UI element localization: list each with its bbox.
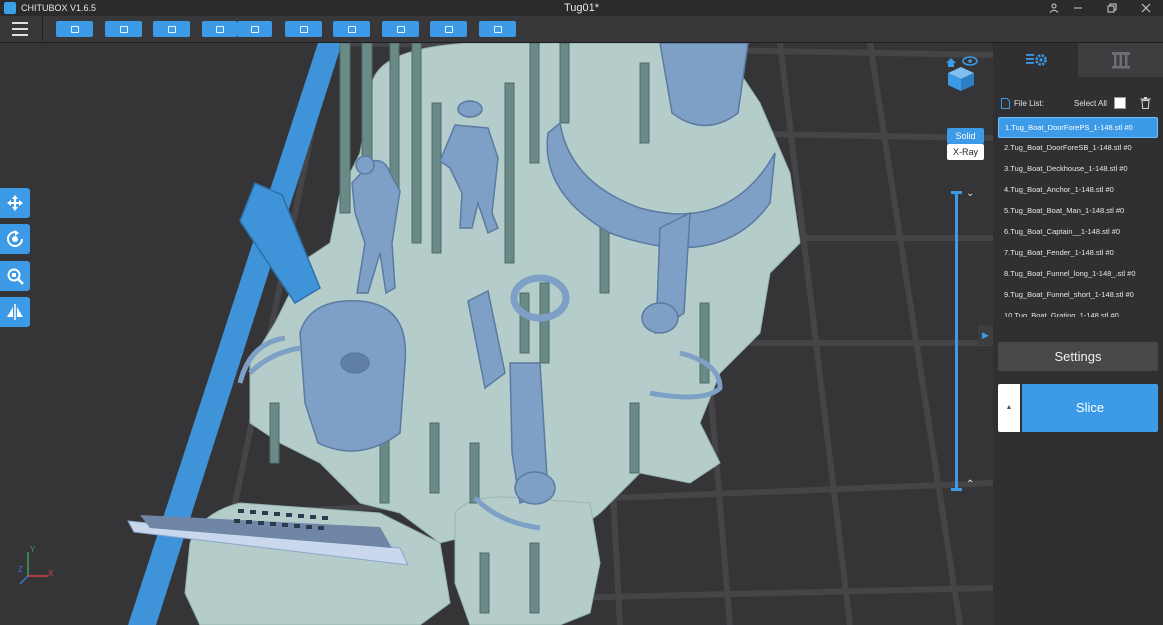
settings-list-icon (1025, 54, 1047, 66)
arrange-right-button[interactable] (237, 21, 272, 37)
chevron-down-icon[interactable]: ⌄ (966, 188, 974, 199)
view-cube-icon[interactable] (944, 55, 978, 91)
copy-icon (299, 25, 308, 33)
save-icon (119, 25, 128, 33)
axis-gizmo (19, 552, 48, 585)
title-bar: CHITUBOX V1.6.5 Tug01* (0, 0, 1163, 16)
3d-viewport[interactable]: Y X Z Solid X-Ray ⌄ ⌃ ▶ (0, 43, 993, 625)
file-icon (1001, 98, 1010, 109)
chitubox-logo-icon (4, 2, 16, 14)
file-list-item[interactable]: 4.Tug_Boat_Anchor_1-148.stl #0 (998, 180, 1158, 201)
collapse-panel-button[interactable]: ▶ (978, 325, 993, 345)
supports-icon (347, 25, 356, 33)
scale-tool-button[interactable] (0, 261, 30, 291)
export-icon (493, 25, 502, 33)
restore-icon[interactable] (1097, 0, 1127, 16)
slice-button[interactable]: Slice (1022, 384, 1158, 432)
right-panel: File List: Select All 1.Tug_Boat_DoorFor… (993, 43, 1163, 625)
file-list-item[interactable]: 6.Tug_Boat_Captain__1-148.stl #0 (998, 222, 1158, 243)
supports-button[interactable] (333, 21, 370, 37)
axis-x-label: X (48, 569, 54, 578)
chevron-up-icon[interactable]: ⌃ (966, 479, 974, 490)
tab-model-settings[interactable] (993, 43, 1078, 77)
arrange-left-icon (215, 25, 224, 33)
arrange-left-button[interactable] (202, 21, 237, 37)
document-title: Tug01* (563, 2, 600, 14)
import-icon (167, 25, 176, 33)
file-list-label: File List: (1014, 99, 1044, 108)
save-button[interactable] (105, 21, 142, 37)
drop-icon (396, 25, 405, 33)
select-all-checkbox[interactable] (1114, 97, 1126, 109)
panel-tabs (993, 43, 1163, 77)
file-list-item[interactable]: 3.Tug_Boat_Deckhouse_1-148.stl #0 (998, 159, 1158, 180)
move-tool-button[interactable] (0, 188, 30, 218)
slice-options-arrow[interactable]: ▲ (998, 384, 1020, 432)
arrange-right-icon (250, 25, 259, 33)
layer-slider[interactable] (955, 193, 958, 490)
dig-hole-button[interactable] (430, 21, 467, 37)
file-list-item[interactable]: 8.Tug_Boat_Funnel_long_1-148_.stl #0 (998, 264, 1158, 285)
dig-hole-icon (444, 25, 453, 33)
solid-view-button[interactable]: Solid (947, 128, 984, 144)
main-toolbar (0, 16, 1163, 43)
file-list-item[interactable]: 5.Tug_Boat_Boat_Man_1-148.stl #0 (998, 201, 1158, 222)
copy-button[interactable] (285, 21, 322, 37)
rotate-icon (7, 230, 23, 247)
import-button[interactable] (153, 21, 190, 37)
mirror-icon (7, 304, 23, 320)
chitubox-window: CHITUBOX V1.6.5 Tug01* Y X Z Solid X-Ray… (0, 0, 1163, 625)
trash-icon[interactable] (1140, 97, 1151, 109)
mirror-tool-button[interactable] (0, 297, 30, 327)
scale-icon (7, 268, 24, 285)
supports-pillars-icon (1111, 52, 1130, 69)
hollow-button[interactable] (382, 21, 419, 37)
layer-slider-bottom-handle[interactable] (951, 488, 962, 491)
close-icon[interactable] (1131, 0, 1161, 16)
tab-supports[interactable] (1078, 43, 1163, 77)
file-list-item[interactable]: 2.Tug_Boat_DoorForeSB_1-148.stl #0 (998, 138, 1158, 159)
rotate-tool-button[interactable] (0, 224, 30, 254)
axis-z-label: Z (18, 565, 23, 574)
xray-view-button[interactable]: X-Ray (947, 144, 984, 160)
file-list[interactable]: 1.Tug_Boat_DoorForePS_1-148.stl #0 2.Tug_… (998, 117, 1158, 317)
file-list-header: File List: Select All (1001, 97, 1159, 111)
file-list-item[interactable]: 9.Tug_Boat_Funnel_short_1-148.stl #0 (998, 285, 1158, 306)
file-list-item[interactable]: 1.Tug_Boat_DoorForePS_1-148.stl #0 (998, 117, 1158, 138)
slice-controls: ▲ Slice (998, 384, 1158, 432)
settings-button[interactable]: Settings (998, 342, 1158, 371)
open-file-button[interactable] (56, 21, 93, 37)
export-button[interactable] (479, 21, 516, 37)
build-plate-scene (19, 43, 993, 625)
move-icon (7, 195, 23, 211)
folder-icon (70, 25, 79, 33)
toolbar-divider (42, 16, 43, 43)
file-list-item[interactable]: 7.Tug_Boat_Fender_1-148.stl #0 (998, 243, 1158, 264)
file-list-item[interactable]: 10.Tug_Boat_Grating_1-148.stl #0 (998, 306, 1158, 317)
minimize-icon[interactable] (1063, 0, 1093, 16)
axis-y-label: Y (30, 545, 36, 554)
app-name: CHITUBOX V1.6.5 (21, 3, 97, 13)
menu-icon[interactable] (12, 22, 28, 36)
select-all-label: Select All (1074, 99, 1107, 108)
